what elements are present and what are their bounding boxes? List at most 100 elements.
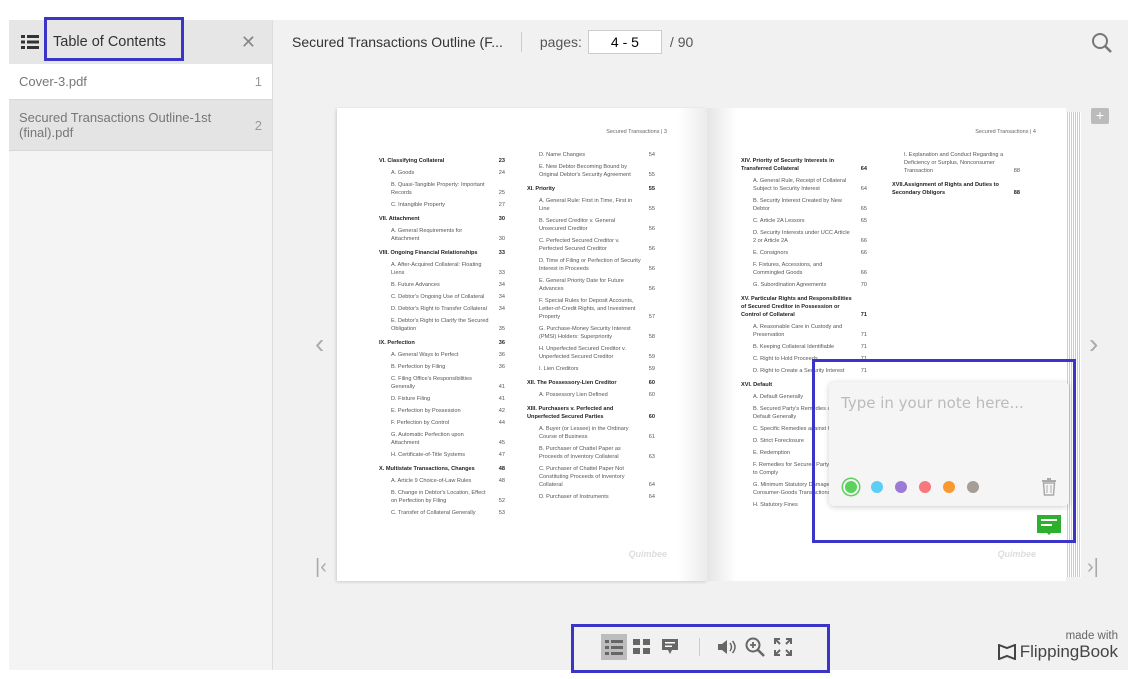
entry-page: 59: [648, 366, 655, 372]
search-icon[interactable]: [1091, 32, 1113, 54]
next-page-arrow[interactable]: ›: [1089, 328, 1098, 360]
close-icon[interactable]: ✕: [241, 32, 256, 53]
toc-entry[interactable]: C. Filing Office's Responsibilities Gene…: [379, 375, 505, 391]
note-input[interactable]: [841, 394, 1056, 464]
toc-entry[interactable]: H. Unperfected Secured Creditor v. Unper…: [527, 345, 655, 361]
toc-section[interactable]: XV. Particular Rights and Responsibiliti…: [741, 295, 867, 319]
entry-page: 71: [860, 344, 867, 350]
toc-entry[interactable]: F. Special Rules for Deposit Accounts, L…: [527, 297, 655, 321]
toc-section[interactable]: XIV. Priority of Security Interests in T…: [741, 157, 867, 173]
toc-entry[interactable]: A. After-Acquired Collateral: Floating L…: [379, 261, 505, 277]
toc-entry[interactable]: A. General Rule: First in Time, First in…: [527, 197, 655, 213]
sound-button[interactable]: [714, 634, 740, 660]
first-page-icon[interactable]: |‹: [315, 556, 327, 579]
toc-button[interactable]: [601, 634, 627, 660]
toc-entry[interactable]: F. Fixtures, Accessions, and Commingled …: [741, 261, 867, 277]
trash-icon[interactable]: [1041, 478, 1057, 496]
zoom-button[interactable]: [742, 634, 768, 660]
prev-page-arrow[interactable]: ‹: [315, 328, 324, 360]
toc-entry[interactable]: D. Fixture Filing 41: [379, 395, 505, 403]
book-spread[interactable]: Secured Transactions | 3 VI. Classifying…: [337, 108, 1081, 581]
toc-entry[interactable]: G. Subordination Agreements 70: [741, 281, 867, 289]
add-note-icon[interactable]: +: [1091, 108, 1109, 124]
toc-entry[interactable]: A. Buyer (or Lessee) in the Ordinary Cou…: [527, 425, 655, 441]
toc-entry[interactable]: C. Debtor's Ongoing Use of Collateral 34: [379, 293, 505, 301]
flippingbook-brand[interactable]: made with FlippingBook: [997, 630, 1118, 662]
toc-entry[interactable]: C. Purchaser of Chattel Paper Not Consti…: [527, 465, 655, 489]
toc-entry[interactable]: D. Time of Filing or Perfection of Secur…: [527, 257, 655, 273]
running-head: Secured Transactions | 3: [606, 129, 667, 135]
toc-entry[interactable]: C. Perfected Secured Creditor v. Perfect…: [527, 237, 655, 253]
toc-entry[interactable]: B. Purchaser of Chattel Paper as Proceed…: [527, 445, 655, 461]
toc-entry[interactable]: F. Perfection by Control 44: [379, 419, 505, 427]
toc-item-outline[interactable]: Secured Transactions Outline-1st (final)…: [9, 100, 272, 151]
toc-section[interactable]: X. Multistate Transactions, Changes 48: [379, 465, 505, 473]
toc-entry[interactable]: B. Change in Debtor's Location, Effect o…: [379, 489, 505, 505]
last-page-icon[interactable]: ›|: [1087, 556, 1099, 579]
entry-page: 64: [860, 166, 867, 172]
toc-entry[interactable]: E. General Priority Date for Future Adva…: [527, 277, 655, 293]
entry-title: D. Name Changes: [539, 152, 586, 158]
toc-entry[interactable]: C. Transfer of Collateral Generally 53: [379, 509, 505, 517]
thumbnails-button[interactable]: [629, 634, 655, 660]
color-swatch[interactable]: [845, 481, 857, 493]
entry-title: C. Debtor's Ongoing Use of Collateral: [391, 294, 485, 300]
color-swatch[interactable]: [967, 481, 979, 493]
toc-entry[interactable]: G. Automatic Perfection upon Attachment 4…: [379, 431, 505, 447]
toc-section[interactable]: XI. Priority 55: [527, 185, 655, 193]
toc-section[interactable]: XIII. Purchasers v. Perfected and Unperf…: [527, 405, 655, 421]
toc-entry[interactable]: A. General Rule, Receipt of Collateral S…: [741, 177, 867, 193]
toc-section[interactable]: VII. Attachment 30: [379, 215, 505, 223]
toc-entry[interactable]: A. Possessory Lien Defined 60: [527, 391, 655, 399]
toc-entry[interactable]: D. Security Interests under UCC Article …: [741, 229, 867, 245]
toc-entry[interactable]: C. Right to Hold Proceeds 71: [741, 355, 867, 363]
entry-page: 30: [498, 236, 505, 242]
color-swatch[interactable]: [895, 481, 907, 493]
toc-section[interactable]: XVII.Assignment of Rights and Duties to …: [892, 181, 1020, 197]
toc-entry[interactable]: D. Right to Create a Security Interest 71: [741, 367, 867, 375]
page-4: Secured Transactions | 3 VI. Classifying…: [337, 108, 707, 581]
color-swatch[interactable]: [943, 481, 955, 493]
toc-section[interactable]: VIII. Ongoing Financial Relationships 33: [379, 249, 505, 257]
toc-entry[interactable]: B. Secured Creditor v. General Unsecured…: [527, 217, 655, 233]
toc-entry[interactable]: E. Debtor's Right to Clarify the Secured…: [379, 317, 505, 333]
toc-entry[interactable]: G. Purchase-Money Security Interest (PMS…: [527, 325, 655, 341]
toc-entry[interactable]: A. Article 9 Choice-of-Law Rules 48: [379, 477, 505, 485]
toc-entry[interactable]: B. Keeping Collateral Identifiable 71: [741, 343, 867, 351]
toc-section[interactable]: IX. Perfection 36: [379, 339, 505, 347]
toc-entry[interactable]: E. Perfection by Possession 42: [379, 407, 505, 415]
entry-page: 63: [648, 454, 655, 460]
toc-entry[interactable]: C. Article 2A Lessors 65: [741, 217, 867, 225]
toc-entry[interactable]: B. Future Advances 34: [379, 281, 505, 289]
toc-item-cover[interactable]: Cover-3.pdf 1: [9, 64, 272, 100]
entry-title: A. General Requirements for Attachment: [391, 228, 463, 242]
color-swatch[interactable]: [871, 481, 883, 493]
toc-entry[interactable]: D. Name Changes 54: [527, 151, 655, 159]
toc-entry[interactable]: E. New Debtor Becoming Bound by Original…: [527, 163, 655, 179]
toc-section[interactable]: XII. The Possessory-Lien Creditor 60: [527, 379, 655, 387]
toc-entry[interactable]: A. Reasonable Care in Custody and Preser…: [741, 323, 867, 339]
toc-entry[interactable]: C. Intangible Property 27: [379, 201, 505, 209]
toc-entry[interactable]: I. Explanation and Conduct Regarding a D…: [892, 151, 1020, 175]
toc-entry[interactable]: D. Purchaser of Instruments 64: [527, 493, 655, 501]
toc-section[interactable]: VI. Classifying Collateral 23: [379, 157, 505, 165]
color-swatch[interactable]: [919, 481, 931, 493]
toc-entry[interactable]: B. Perfection by Filing 36: [379, 363, 505, 371]
toc-entry[interactable]: B. Quasi-Tangible Property: Important Re…: [379, 181, 505, 197]
toc-entry[interactable]: A. General Ways to Perfect 36: [379, 351, 505, 359]
toc-entry[interactable]: A. Goods 24: [379, 169, 505, 177]
toc-entry[interactable]: I. Lien Creditors 59: [527, 365, 655, 373]
entry-page: 24: [498, 170, 505, 176]
toc-entry[interactable]: A. General Requirements for Attachment 30: [379, 227, 505, 243]
notes-button[interactable]: [657, 634, 683, 660]
entry-page: 60: [648, 380, 655, 386]
note-marker-icon[interactable]: [1037, 515, 1061, 535]
toc-entry[interactable]: B. Security Interest Created by New Debt…: [741, 197, 867, 213]
toc-entry[interactable]: E. Consignors 66: [741, 249, 867, 257]
page-input[interactable]: [587, 30, 662, 54]
entry-title: H. Unperfected Secured Creditor v. Unper…: [539, 346, 626, 360]
entry-page: 42: [498, 408, 505, 414]
fullscreen-button[interactable]: [770, 634, 796, 660]
toc-entry[interactable]: H. Certificate-of-Title Systems 47: [379, 451, 505, 459]
toc-entry[interactable]: D. Debtor's Right to Transfer Collateral…: [379, 305, 505, 313]
